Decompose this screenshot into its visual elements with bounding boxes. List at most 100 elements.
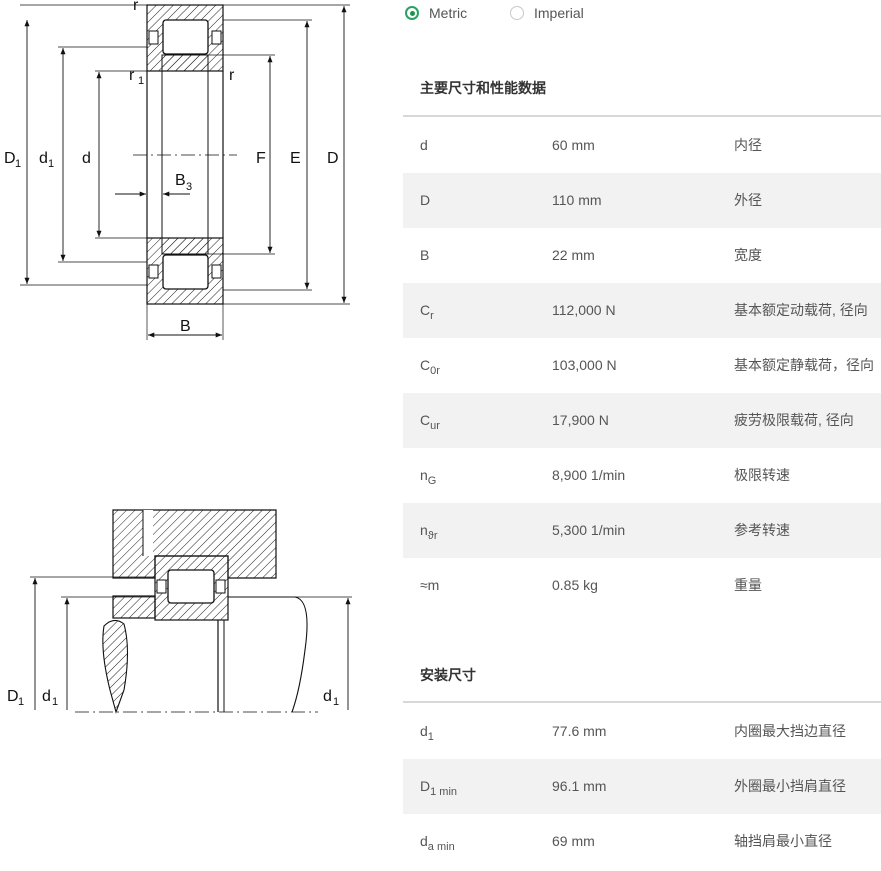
table-row: Cr 112,000 N 基本额定动载荷, 径向 (403, 283, 881, 338)
section-title-mounting-dimensions: 安装尺寸 (420, 667, 476, 683)
table-row: d1 77.6 mm 内圈最大挡边直径 (403, 704, 881, 759)
svg-text:1: 1 (333, 696, 339, 708)
metric-label: Metric (429, 5, 468, 21)
row-description: 内径 (734, 137, 762, 153)
row-value: 17,900 N (552, 412, 609, 428)
symbol-main: n (420, 522, 428, 538)
row-value: 112,000 N (552, 302, 616, 318)
mounting-drawing (30, 509, 352, 714)
symbol-main: B (420, 247, 430, 263)
svg-text:d: d (39, 150, 48, 167)
svg-text:d: d (82, 150, 91, 167)
row-value: 22 mm (552, 247, 595, 263)
svg-text:D: D (4, 150, 16, 167)
svg-text:1: 1 (15, 158, 21, 170)
bearing-dimension-drawing: r r 1 r D 1 d 1 d B 3 F E D B D 1 d 1 d … (4, 0, 352, 714)
table-row: D1 min 96.1 mm 外圈最小挡肩直径 (403, 759, 881, 814)
row-description: 内圈最大挡边直径 (734, 723, 846, 739)
symbol-main: D (420, 778, 431, 794)
row-description: 重量 (734, 577, 762, 593)
symbol-subscript: ϑr (427, 530, 438, 542)
row-description: 宽度 (734, 247, 762, 263)
table-row: d 60 mm 内径 (403, 118, 881, 173)
symbol-main: n (420, 467, 428, 483)
symbol-subscript: ur (430, 420, 440, 432)
svg-text:1: 1 (52, 696, 58, 708)
row-symbol: Cr (420, 283, 434, 338)
symbol-subscript: 0r (430, 365, 440, 377)
row-symbol: ≈m (420, 558, 439, 613)
symbol-main: ≈m (420, 577, 440, 593)
table-row: nϑr 5,300 1/min 参考转速 (403, 503, 881, 558)
row-description: 参考转速 (734, 522, 790, 538)
row-description: 基本额定静载荷，径向 (734, 357, 874, 373)
symbol-subscript: a min (427, 841, 455, 853)
imperial-label: Imperial (534, 5, 584, 21)
row-value: 0.85 kg (552, 577, 598, 593)
row-value: 77.6 mm (552, 723, 607, 739)
svg-text:F: F (256, 150, 266, 167)
symbol-subscript: r (430, 310, 434, 322)
svg-text:r: r (129, 67, 135, 84)
radio-unchecked-icon[interactable] (510, 6, 524, 20)
row-value: 60 mm (552, 137, 595, 153)
table-row: nG 8,900 1/min 极限转速 (403, 448, 881, 503)
radio-checked-icon[interactable] (405, 6, 419, 20)
symbol-main: C (420, 412, 431, 428)
svg-text:d: d (42, 688, 51, 705)
row-value: 103,000 N (552, 357, 617, 373)
mounting-drawing-labels: D 1 d 1 d 1 (7, 688, 339, 708)
row-value: 110 mm (552, 192, 602, 208)
row-symbol: nG (420, 448, 436, 503)
row-symbol: C0r (420, 338, 440, 393)
table-row: Cur 17,900 N 疲劳极限载荷, 径向 (403, 393, 881, 448)
row-symbol: d (420, 118, 428, 173)
svg-text:D: D (327, 150, 339, 167)
imperial-radio[interactable]: Imperial (510, 5, 584, 21)
svg-text:1: 1 (138, 75, 144, 87)
mounting-dimensions-table: d1 77.6 mm 内圈最大挡边直径 D1 min 96.1 mm 外圈最小挡肩直径 da… (403, 704, 881, 869)
section-divider (403, 701, 881, 703)
table-row: D 110 mm 外径 (403, 173, 881, 228)
symbol-subscript: G (427, 475, 437, 487)
row-symbol: d1 (420, 704, 434, 759)
row-value: 5,300 1/min (552, 522, 626, 538)
svg-text:r: r (229, 67, 235, 84)
svg-text:r: r (133, 0, 139, 14)
symbol-subscript: 1 min (430, 786, 458, 798)
svg-text:3: 3 (186, 181, 192, 193)
table-row: da min 69 mm 轴挡肩最小直径 (403, 814, 881, 869)
row-symbol: Cur (420, 393, 440, 448)
svg-text:1: 1 (48, 158, 54, 170)
symbol-main: C (420, 357, 431, 373)
row-symbol: nϑr (420, 503, 437, 558)
row-description: 疲劳极限载荷, 径向 (734, 412, 854, 428)
metric-radio[interactable]: Metric (405, 5, 467, 21)
row-symbol: da min (420, 814, 455, 869)
row-description: 外径 (734, 192, 762, 208)
table-row: B 22 mm 宽度 (403, 228, 881, 283)
section-title-main-dimensions: 主要尺寸和性能数据 (420, 80, 546, 96)
svg-text:d: d (323, 688, 332, 705)
row-symbol: D (420, 173, 430, 228)
symbol-main: d (420, 723, 428, 739)
svg-text:E: E (290, 150, 301, 167)
row-value: 8,900 1/min (552, 467, 626, 483)
svg-text:B: B (175, 172, 186, 189)
svg-text:1: 1 (18, 696, 24, 708)
symbol-main: C (420, 302, 431, 318)
main-dimensions-table: d 60 mm 内径 D 110 mm 外径 B 22 mm 宽度 Cr 112,000 N 基本额定… (403, 118, 881, 613)
svg-text:B: B (180, 318, 191, 335)
row-description: 外圈最小挡肩直径 (734, 778, 846, 794)
table-row: C0r 103,000 N 基本额定静载荷，径向 (403, 338, 881, 393)
svg-text:D: D (7, 688, 19, 705)
row-value: 69 mm (552, 833, 595, 849)
row-description: 轴挡肩最小直径 (734, 833, 832, 849)
row-symbol: B (420, 228, 429, 283)
symbol-main: D (420, 192, 431, 208)
row-symbol: D1 min (420, 759, 457, 814)
symbol-subscript: 1 (427, 731, 434, 743)
row-description: 基本额定动载荷, 径向 (734, 302, 868, 318)
table-row: ≈m 0.85 kg 重量 (403, 558, 881, 613)
symbol-main: d (420, 833, 428, 849)
